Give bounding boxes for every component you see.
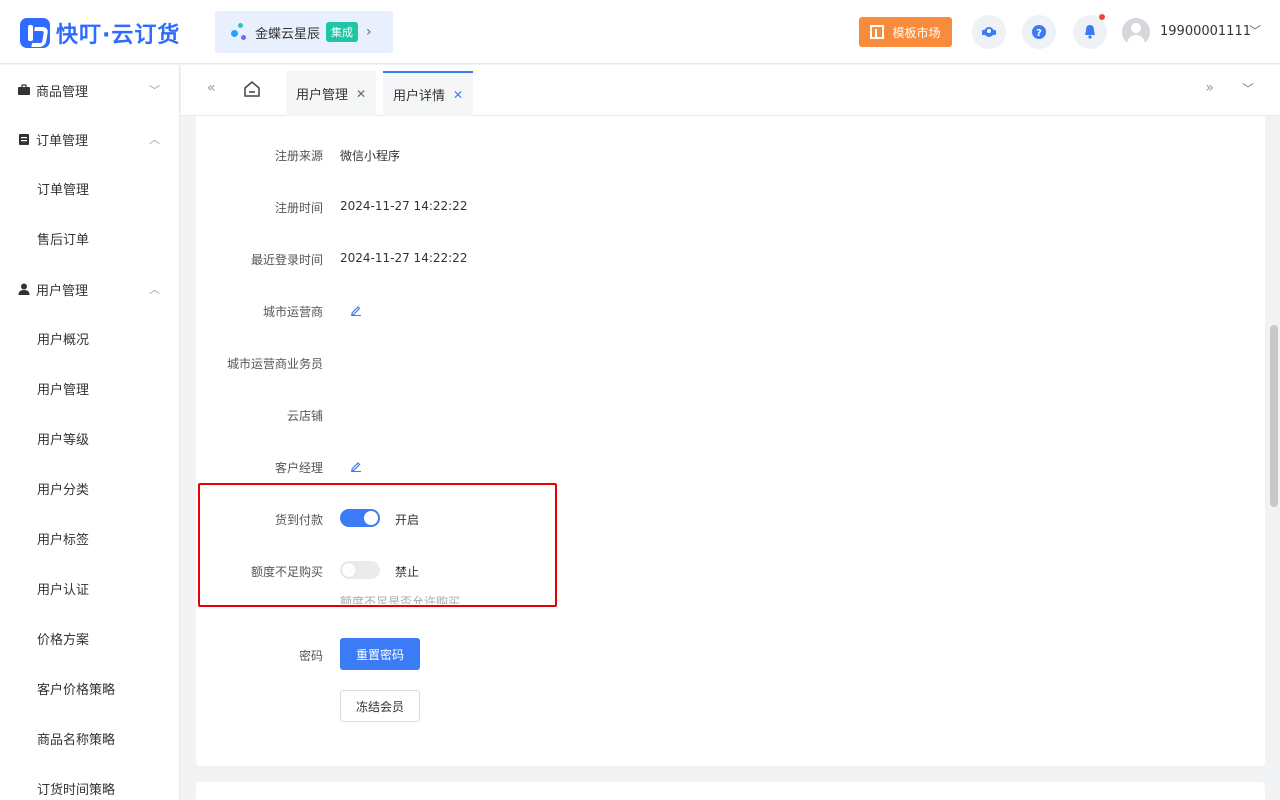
sidebar-item-user-category[interactable]: 用户分类 xyxy=(0,463,180,513)
city-operator-staff-label: 城市运营商业务员 xyxy=(226,357,323,371)
register-source-label: 注册来源 xyxy=(274,149,323,163)
sidebar-item-orders[interactable]: 订单管理 xyxy=(0,163,180,213)
cloud-store-label: 云店铺 xyxy=(286,409,323,423)
sidebar: 商品管理 ﹀ 订单管理 ︿ 订单管理 售后订单 用户管理 ︿ 用户概况 用户管理… xyxy=(0,65,180,800)
sidebar-item-price-plan[interactable]: 价格方案 xyxy=(0,613,180,663)
account-manager-label: 客户经理 xyxy=(274,461,323,475)
register-source-row: 注册来源 微信小程序 xyxy=(196,145,796,165)
chevron-down-icon[interactable]: ﹀ xyxy=(1249,22,1261,39)
password-label: 密码 xyxy=(298,649,323,663)
chevron-down-icon: ﹀ xyxy=(149,84,160,97)
sidebar-group-label: 用户管理 xyxy=(36,283,89,299)
city-operator-staff-row: 城市运营商业务员 xyxy=(196,353,796,373)
register-time-label: 注册时间 xyxy=(274,201,323,215)
notification-dot xyxy=(1099,14,1105,20)
app-logo[interactable]: 快叮·云订货 xyxy=(20,17,180,49)
city-operator-row: 城市运营商 xyxy=(196,301,796,321)
sidebar-item-product-name-strategy[interactable]: 商品名称策略 xyxy=(0,713,180,763)
avatar[interactable] xyxy=(1122,18,1150,46)
clipboard-icon xyxy=(19,134,29,145)
logo-text: 快叮·云订货 xyxy=(56,23,181,48)
reset-password-button[interactable]: 重置密码 xyxy=(340,638,420,670)
highlight-box xyxy=(198,483,557,607)
scroll-right-icon[interactable]: » xyxy=(1205,80,1214,96)
template-icon xyxy=(870,25,885,39)
last-login-row: 最近登录时间 2024-11-27 14:22:22 xyxy=(196,249,796,269)
sidebar-item-order-time-strategy[interactable]: 订货时间策略 xyxy=(0,763,180,800)
briefcase-icon xyxy=(18,84,30,95)
user-phone[interactable]: 19900001111 xyxy=(1160,24,1251,39)
sidebar-item-user-verification[interactable]: 用户认证 xyxy=(0,563,180,613)
kingdee-integration-button[interactable]: 金蝶云星辰 集成 › xyxy=(215,11,393,53)
help-button[interactable]: ? xyxy=(1022,15,1056,49)
sidebar-item-user-management[interactable]: 用户管理 xyxy=(0,363,180,413)
home-icon[interactable] xyxy=(243,80,261,98)
sidebar-group-orders[interactable]: 订单管理 ︿ xyxy=(0,114,180,164)
close-icon[interactable]: ✕ xyxy=(356,87,366,101)
register-time-row: 注册时间 2024-11-27 14:22:22 xyxy=(196,197,796,217)
integration-badge: 集成 xyxy=(326,22,359,42)
freeze-member-button[interactable]: 冻结会员 xyxy=(340,690,420,722)
tab-label: 用户详情 xyxy=(393,89,446,104)
last-login-label: 最近登录时间 xyxy=(250,253,323,267)
headset-icon xyxy=(982,27,996,37)
scrollbar[interactable] xyxy=(1270,325,1278,507)
close-icon[interactable]: ✕ xyxy=(453,88,463,102)
edit-icon[interactable] xyxy=(350,304,362,316)
sidebar-item-user-level[interactable]: 用户等级 xyxy=(0,413,180,463)
last-login-value: 2024-11-27 14:22:22 xyxy=(340,251,468,265)
logo-icon xyxy=(20,18,50,48)
tab-bar: « 用户管理 ✕ 用户详情 ✕ » ﹀ xyxy=(181,65,1280,116)
chevron-up-icon: ︿ xyxy=(149,283,160,296)
top-header: 快叮·云订货 金蝶云星辰 集成 › 模板市场 ? 19900001111 ﹀ xyxy=(0,0,1280,64)
sidebar-group-label: 订单管理 xyxy=(36,133,89,149)
tab-label: 用户管理 xyxy=(296,88,349,103)
sidebar-item-user-overview[interactable]: 用户概况 xyxy=(0,313,180,363)
kingdee-logo-icon xyxy=(229,21,251,43)
chevron-down-icon[interactable]: ﹀ xyxy=(1242,80,1254,97)
register-source-value: 微信小程序 xyxy=(340,149,401,163)
tab-user-management[interactable]: 用户管理 ✕ xyxy=(286,71,377,116)
kingdee-label: 金蝶云星辰 xyxy=(255,26,321,42)
tab-user-detail[interactable]: 用户详情 ✕ xyxy=(383,71,474,116)
template-market-label: 模板市场 xyxy=(892,25,941,40)
notification-button[interactable] xyxy=(1073,14,1107,49)
cloud-store-row: 云店铺 xyxy=(196,405,796,425)
customer-service-button[interactable] xyxy=(972,15,1006,49)
chevron-up-icon: ︿ xyxy=(149,133,160,146)
user-icon xyxy=(18,283,30,295)
edit-icon[interactable] xyxy=(350,460,362,472)
sidebar-group-users[interactable]: 用户管理 ︿ xyxy=(0,264,180,314)
sidebar-item-user-tags[interactable]: 用户标签 xyxy=(0,513,180,563)
next-card xyxy=(196,782,1265,800)
account-manager-row: 客户经理 xyxy=(196,457,796,477)
sidebar-item-after-sales[interactable]: 售后订单 xyxy=(0,213,180,263)
sidebar-group-goods[interactable]: 商品管理 ﹀ xyxy=(0,65,180,115)
sidebar-group-label: 商品管理 xyxy=(36,84,89,100)
password-row: 密码 xyxy=(196,645,796,665)
register-time-value: 2024-11-27 14:22:22 xyxy=(340,199,468,213)
template-market-button[interactable]: 模板市场 xyxy=(859,17,952,47)
city-operator-label: 城市运营商 xyxy=(262,305,323,319)
scroll-left-icon[interactable]: « xyxy=(207,80,216,96)
chevron-right-icon: › xyxy=(366,24,372,40)
sidebar-item-customer-price-strategy[interactable]: 客户价格策略 xyxy=(0,663,180,713)
question-icon: ? xyxy=(1032,25,1046,39)
bell-icon xyxy=(1085,25,1095,39)
svg-text:?: ? xyxy=(1036,28,1042,39)
